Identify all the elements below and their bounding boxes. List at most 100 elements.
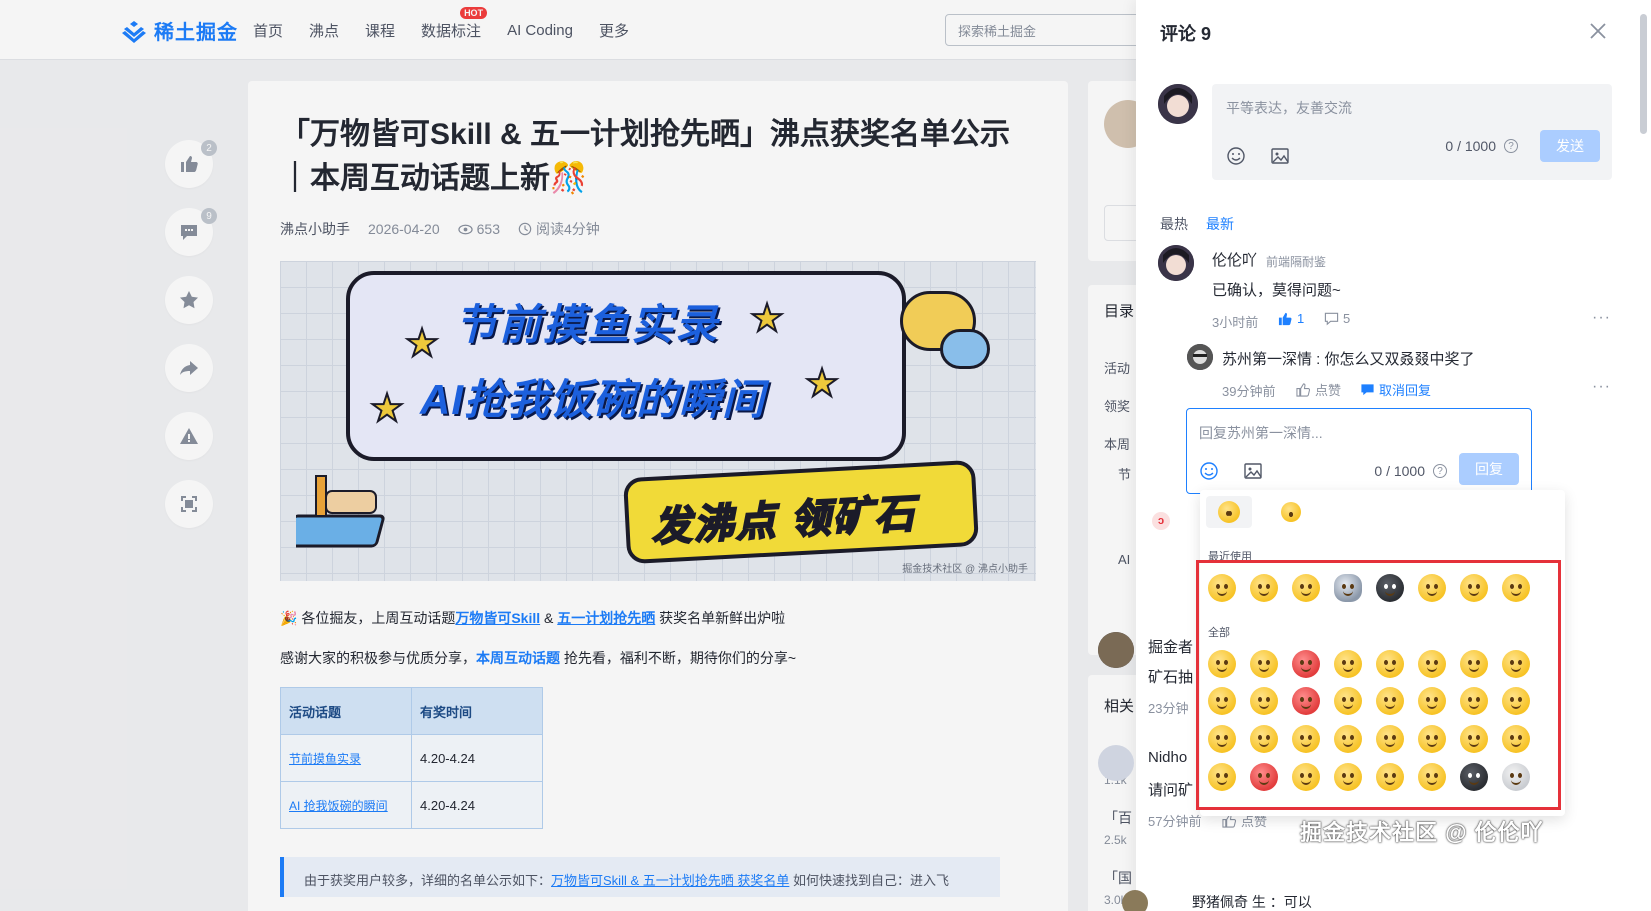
cancel-reply-button[interactable]: 取消回复 (1360, 380, 1431, 399)
related-item[interactable]: 「百 (1104, 808, 1132, 828)
emoji-item[interactable] (1502, 650, 1530, 678)
emoji-item[interactable] (1502, 687, 1530, 715)
emoji-item[interactable] (1418, 725, 1446, 753)
topic-link[interactable]: AI 抢我饭碗的瞬间 (289, 799, 388, 813)
emoji-item[interactable] (1334, 687, 1362, 715)
drawer-scrollbar[interactable] (1640, 14, 1647, 134)
toc-item[interactable]: 节 (1118, 464, 1131, 483)
emoji-item[interactable] (1460, 650, 1488, 678)
emoji-blush[interactable] (1292, 574, 1320, 602)
emoji-item[interactable] (1460, 687, 1488, 715)
more-options-icon[interactable]: ··· (1592, 309, 1611, 327)
emoji-item[interactable] (1208, 725, 1236, 753)
nav-home[interactable]: 首页 (253, 20, 283, 41)
nav-courses[interactable]: 课程 (365, 20, 395, 41)
report-button[interactable] (165, 412, 213, 460)
like-button[interactable]: 2 (165, 140, 217, 188)
toc-item[interactable]: 领奖 (1104, 396, 1130, 415)
link-may-day-topic[interactable]: 五一计划抢先晒 (557, 610, 655, 626)
emoji-item[interactable] (1334, 650, 1362, 678)
image-icon[interactable] (1270, 146, 1290, 166)
favorite-button[interactable] (165, 276, 213, 324)
share-button[interactable] (165, 344, 213, 392)
comment-avatar[interactable] (1098, 632, 1134, 668)
comment-author[interactable]: Nidho (1148, 749, 1187, 766)
reply-like-button[interactable]: 点赞 (1296, 380, 1341, 399)
nav-ai-coding[interactable]: AI Coding (507, 22, 573, 39)
emoji-tab-yellow[interactable] (1268, 496, 1314, 528)
toc-item[interactable]: 活动 (1104, 358, 1130, 377)
comment-like-button[interactable]: 1 (1278, 311, 1304, 326)
link-weekly-topic[interactable]: 本周互动话题 (476, 650, 560, 666)
nav-more[interactable]: 更多 (599, 20, 629, 41)
emoji-icon[interactable] (1226, 146, 1246, 166)
emoji-item[interactable] (1250, 687, 1278, 715)
emoji-item[interactable] (1250, 725, 1278, 753)
comment-avatar[interactable] (1158, 245, 1194, 281)
emoji-husky[interactable] (1334, 574, 1362, 602)
winner-list-link[interactable]: 万物皆可Skill & 五一计划抢先晒 获奖名单 (551, 873, 789, 888)
toc-item[interactable]: AI (1118, 552, 1130, 567)
emoji-laugh[interactable] (1418, 574, 1446, 602)
emoji-item[interactable] (1334, 725, 1362, 753)
emoji-item[interactable] (1208, 650, 1236, 678)
send-button[interactable]: 发送 (1540, 130, 1600, 162)
nav-data-labeling[interactable]: 数据标注 HOT (421, 6, 488, 41)
emoji-item[interactable] (1292, 725, 1320, 753)
emoji-smirk[interactable] (1250, 574, 1278, 602)
comment-author[interactable]: 伦伦吖 (1212, 249, 1257, 270)
close-icon[interactable] (1589, 22, 1607, 40)
emoji-item[interactable] (1376, 650, 1404, 678)
emoji-surprise[interactable] (1460, 574, 1488, 602)
comment-reply-button[interactable]: 5 (1324, 311, 1350, 326)
more-options-icon[interactable]: ··· (1592, 378, 1611, 396)
toc-item[interactable]: 本周 (1104, 434, 1130, 453)
emoji-black-face[interactable] (1376, 574, 1404, 602)
comment-button[interactable]: 9 (165, 208, 217, 256)
related-item[interactable]: 「国 (1104, 868, 1132, 888)
emoji-item[interactable] (1460, 725, 1488, 753)
search-input[interactable]: 探索稀土掘金 (945, 14, 1145, 46)
reply-author[interactable]: 苏州第一深情 (1222, 351, 1312, 368)
link-skill-topic[interactable]: 万物皆可Skill (455, 610, 540, 626)
emoji-item[interactable] (1376, 687, 1404, 715)
help-icon[interactable]: ? (1433, 464, 1447, 478)
reply-submit-button[interactable]: 回复 (1459, 453, 1519, 485)
emoji-dizzy[interactable] (1502, 574, 1530, 602)
emoji-item[interactable] (1418, 763, 1446, 791)
emoji-item[interactable] (1502, 725, 1530, 753)
emoji-item[interactable] (1460, 763, 1488, 791)
help-icon[interactable]: ? (1504, 139, 1518, 153)
emoji-item[interactable] (1208, 763, 1236, 791)
topic-link[interactable]: 节前摸鱼实录 (289, 752, 361, 766)
reply-author[interactable]: 野猪佩奇 生 (1192, 894, 1266, 910)
author-name[interactable]: 沸点小助手 (280, 219, 350, 239)
nav-pins[interactable]: 沸点 (309, 20, 339, 41)
emoji-item[interactable] (1292, 650, 1320, 678)
comment-avatar[interactable] (1098, 745, 1134, 781)
emoji-item[interactable] (1250, 650, 1278, 678)
emoji-item[interactable] (1208, 687, 1236, 715)
fullscreen-button[interactable] (165, 480, 213, 528)
emoji-item[interactable] (1250, 763, 1278, 791)
emoji-item[interactable] (1292, 763, 1320, 791)
emoji-item[interactable] (1418, 687, 1446, 715)
reply-input[interactable]: 回复苏州第一深情... 0 / 1000 ? 回复 (1186, 408, 1532, 494)
juejin-logo[interactable]: 稀土掘金 (120, 16, 238, 45)
emoji-skull[interactable] (1502, 763, 1530, 791)
emoji-laugh-cry[interactable] (1208, 574, 1236, 602)
emoji-item[interactable] (1376, 725, 1404, 753)
reply-avatar-small[interactable]: ↄ (1152, 512, 1170, 530)
comment-author[interactable]: 掘金者 (1148, 636, 1193, 657)
emoji-item[interactable] (1292, 687, 1320, 715)
reply-avatar[interactable] (1122, 890, 1148, 911)
tab-hottest[interactable]: 最热 (1160, 214, 1188, 234)
comment-input[interactable]: 平等表达，友善交流 0 / 1000 ? 发送 (1212, 84, 1612, 180)
emoji-icon[interactable] (1199, 461, 1219, 481)
image-icon[interactable] (1243, 461, 1263, 481)
tab-newest[interactable]: 最新 (1206, 214, 1234, 234)
emoji-item[interactable] (1418, 650, 1446, 678)
emoji-item[interactable] (1334, 763, 1362, 791)
emoji-tab-default[interactable] (1206, 496, 1252, 528)
reply-avatar[interactable] (1187, 344, 1213, 370)
